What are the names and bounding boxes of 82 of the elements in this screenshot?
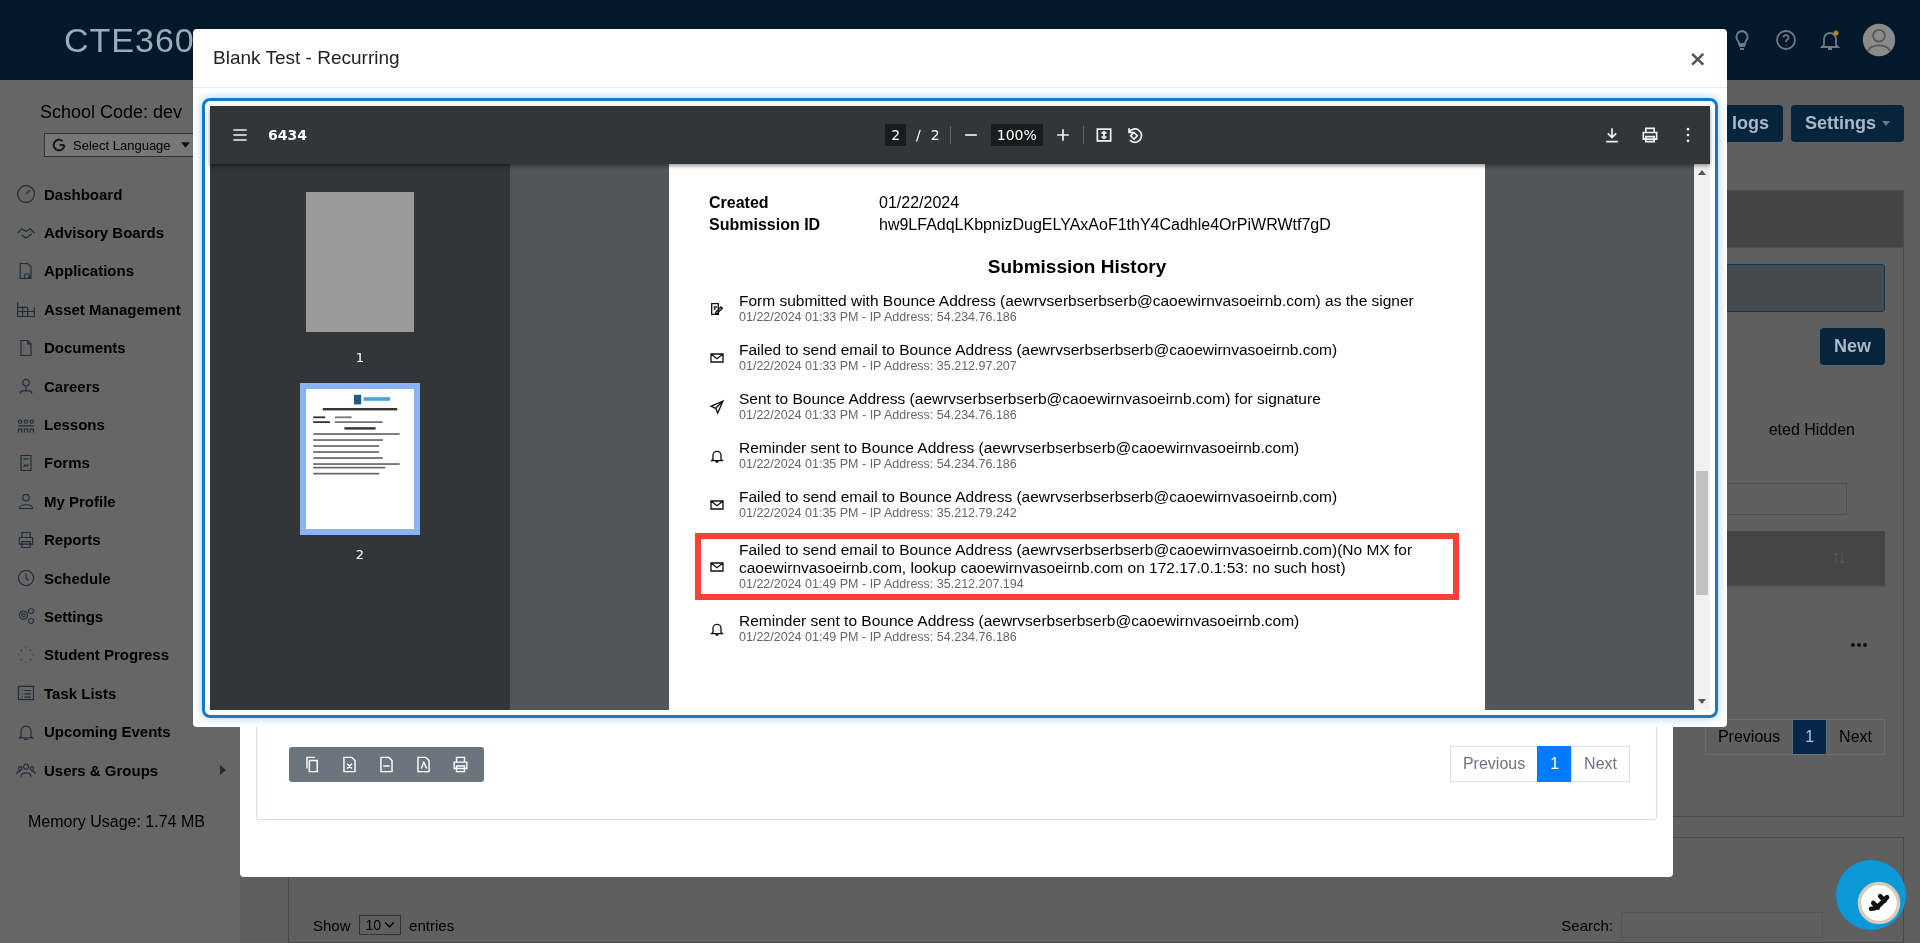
page-button[interactable]: 1 <box>1537 746 1573 782</box>
settings-icon <box>16 606 36 627</box>
history-meta: 01/22/2024 01:49 PM - IP Address: 35.212.207.194 <box>739 577 1025 592</box>
new-button[interactable]: New <box>1820 328 1885 365</box>
next-button[interactable]: Next <box>1571 746 1630 782</box>
sidebar-item[interactable]: Careers <box>44 377 100 395</box>
entries-select[interactable]: 10 <box>358 915 402 935</box>
caret-icon <box>1882 121 1890 126</box>
help-icon[interactable] <box>1774 28 1798 52</box>
document-pen-icon <box>709 300 725 317</box>
memory-usage: Memory Usage: 1.74 MB <box>28 813 206 832</box>
page-total: 2 <box>930 127 940 143</box>
history-entry: Failed to send email to Bounce Address (aewrvserbserbserb@caoewirnvasoeirnb.com)(No MX for caoewirnvasoeirnb.com, lookup caoewirnvasoeirnb.com on 172.17.0.1:53: no such host) <box>739 541 1414 577</box>
page-button[interactable]: 1 <box>1792 719 1828 755</box>
shelves-icon <box>16 299 36 320</box>
history-entry: Failed to send email to Bounce Address (aewrvserbserbserb@caoewirnvasoeirnb.com) <box>739 488 1338 506</box>
user-icon <box>16 491 36 512</box>
printer-icon <box>16 529 36 550</box>
caret-icon <box>180 142 190 148</box>
sidebar-item[interactable]: Task Lists <box>44 684 117 702</box>
field-value: hw9LFAdqLKbpnizDugELYAxAoF1thY4Cadhle4OrPiWRWtf7gD <box>879 215 1331 235</box>
sidebar-item[interactable]: Dashboard <box>44 185 123 203</box>
school-code: School Code: dev <box>40 102 184 123</box>
csv-file-icon[interactable] <box>377 754 396 774</box>
field-label: Submission ID <box>709 215 822 235</box>
file-name: 6434 <box>268 127 307 143</box>
zoom-input[interactable]: 100% <box>990 124 1043 146</box>
page-number: 2 <box>355 547 365 562</box>
history-entry: Reminder sent to Bounce Address (aewrvserbserbserb@caoewirnvasoeirnb.com) <box>739 612 1300 630</box>
avatar-icon[interactable] <box>1862 23 1896 57</box>
history-meta: 01/22/2024 01:49 PM - IP Address: 54.234.76.186 <box>739 630 1018 645</box>
history-entry: Reminder sent to Bounce Address (aewrvserbserbserb@caoewirnvasoeirnb.com) <box>739 439 1300 457</box>
gauge-icon <box>16 184 36 205</box>
page-thumbnail[interactable] <box>300 383 420 535</box>
bell-icon[interactable] <box>1818 28 1842 52</box>
logo[interactable]: CTE360 <box>64 20 195 60</box>
paper-plane-icon <box>709 398 725 415</box>
print-icon[interactable] <box>1640 125 1660 145</box>
history-meta: 01/22/2024 01:33 PM - IP Address: 54.234.76.186 <box>739 310 1018 325</box>
page-input[interactable]: 2 <box>885 124 907 146</box>
clock-icon <box>16 568 36 589</box>
history-meta: 01/22/2024 01:33 PM - IP Address: 35.212.97.207 <box>739 359 1018 374</box>
history-entry: Form submitted with Bounce Address (aewrvserbserbserb@caoewirnvasoeirnb.com) as the signer <box>739 292 1414 310</box>
field-value: 01/22/2024 <box>879 193 960 213</box>
sidebar-item[interactable]: Reports <box>44 531 101 549</box>
sidebar-item[interactable]: Upcoming Events <box>44 723 171 741</box>
sidebar-item[interactable]: Student Progress <box>44 646 170 664</box>
search-label: Search: <box>1561 916 1613 934</box>
filter-text: eted Hidden <box>1768 421 1855 439</box>
history-meta: 01/22/2024 01:33 PM - IP Address: 54.234.76.186 <box>739 408 1018 423</box>
google-icon <box>51 137 67 153</box>
history-entry: Failed to send email to Bounce Address (aewrvserbserbserb@caoewirnvasoeirnb.com) <box>739 341 1338 359</box>
chat-logo-icon <box>1856 880 1902 926</box>
section-title: Submission History <box>986 256 1168 278</box>
history-meta: 01/22/2024 01:35 PM - IP Address: 35.212.79.242 <box>739 506 1018 521</box>
caret-icon <box>385 922 395 928</box>
modal-title: Blank Test - Recurring <box>213 47 400 69</box>
sidebar-item[interactable]: Forms <box>44 454 90 472</box>
printer-icon[interactable] <box>451 754 470 774</box>
excel-file-icon[interactable] <box>340 754 359 774</box>
pdf-file-icon[interactable] <box>414 754 433 774</box>
page-number: 1 <box>355 350 365 365</box>
language-label: Select Language <box>73 137 171 153</box>
field-label: Created <box>709 193 770 213</box>
history-meta: 01/22/2024 01:35 PM - IP Address: 54.234.76.186 <box>739 457 1018 472</box>
scrollbar[interactable] <box>1694 164 1710 710</box>
sidebar-item[interactable]: Documents <box>44 339 126 357</box>
sidebar-item[interactable]: Schedule <box>44 569 111 587</box>
next-button[interactable]: Next <box>1826 719 1885 755</box>
show-label: Show <box>313 916 351 934</box>
history-entry: Sent to Bounce Address (aewrvserbserbserb@caoewirnvasoeirnb.com) for signature <box>739 390 1321 408</box>
header-button[interactable]: Settings <box>1791 105 1904 142</box>
sidebar-item[interactable]: Settings <box>44 608 104 625</box>
page-separator: / <box>916 127 921 143</box>
close-button[interactable]: × <box>1688 45 1707 71</box>
sidebar-item[interactable]: Advisory Boards <box>44 224 165 242</box>
sidebar-item[interactable]: Applications <box>44 262 134 280</box>
sidebar-item[interactable]: Lessons <box>44 416 105 434</box>
sidebar-item[interactable]: My Profile <box>44 492 116 510</box>
sidebar-item[interactable]: Users & Groups <box>44 761 159 779</box>
sidebar-item[interactable]: Asset Management <box>44 300 181 318</box>
entries-label: entries <box>409 916 455 934</box>
